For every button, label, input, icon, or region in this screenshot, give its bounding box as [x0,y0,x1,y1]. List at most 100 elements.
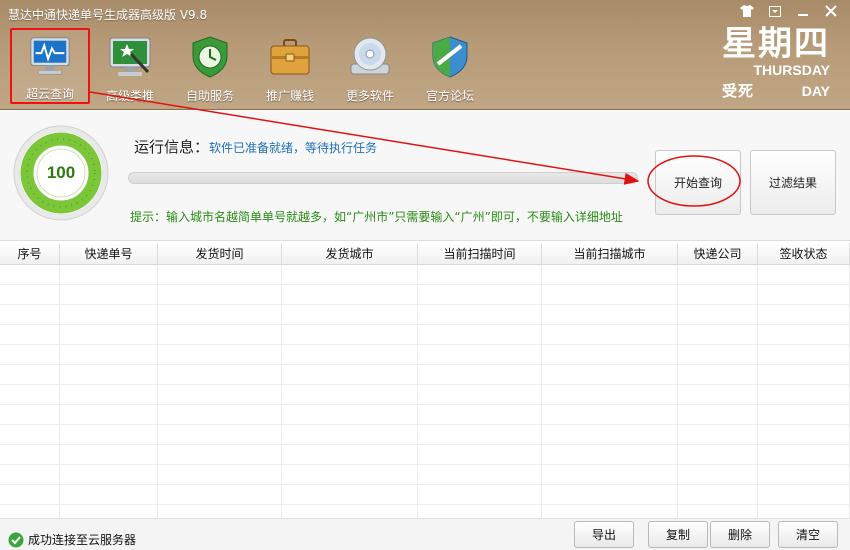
score-gauge: 100 [12,124,110,222]
column-header[interactable]: 当前扫描时间 [418,243,542,265]
delete-button[interactable]: 删除 [710,521,770,548]
table-body[interactable] [0,265,850,518]
toolbar-item-label: 高级类推 [105,89,154,103]
table-cell [282,445,418,465]
table-cell [418,285,542,305]
connection-status: 成功连接至云服务器 [8,531,136,548]
weekday-art: 星期四 THURSDAY 受死 DAY [722,26,830,104]
table-cell [60,325,158,345]
table-cell [418,305,542,325]
monitor-pulse-icon [30,37,70,75]
toolbar-item-label: 推广赚钱 [265,89,314,103]
table-row [0,385,850,405]
status-bar: 成功连接至云服务器 导出 复制 删除 清空 [0,518,850,550]
toolbar-item-self-service[interactable]: 自助服务 [170,28,250,104]
table-cell [678,305,758,325]
table-cell [282,385,418,405]
table-cell [678,465,758,485]
table-cell [678,485,758,505]
toolbar-item-label: 自助服务 [185,89,234,103]
filter-results-button[interactable]: 过滤结果 [750,150,836,215]
main-toolbar: 超云查询 高级类推 自助服务 推广赚钱 更多软件 官方论坛 [10,28,490,104]
table-cell [678,505,758,518]
table-cell [0,365,60,385]
progress-bar [128,172,638,184]
weekday-en: THURSDAY [753,62,831,78]
table-cell [60,445,158,465]
table-cell [758,385,850,405]
tip-text: 提示：输入城市名越简单单号就越多，如“广州市”只需要输入“广州”即可，不要输入详… [130,210,623,224]
column-header[interactable]: 发货城市 [282,243,418,265]
copy-button[interactable]: 复制 [648,521,708,548]
table-cell [0,405,60,425]
table-cell [282,285,418,305]
table-cell [0,465,60,485]
toolbar-item-cloud-query[interactable]: 超云查询 [10,28,90,104]
table-cell [0,265,60,285]
toolbar-item-advanced-inference[interactable]: 高级类推 [90,28,170,104]
table-row [0,305,850,325]
column-header[interactable]: 当前扫描城市 [542,243,678,265]
table-cell [418,445,542,465]
table-cell [158,265,282,285]
menu-icon[interactable] [762,2,788,20]
table-cell [418,485,542,505]
start-query-button[interactable]: 开始查询 [655,150,741,215]
table-cell [282,305,418,325]
table-cell [0,485,60,505]
table-cell [282,425,418,445]
toolbar-item-official-forum[interactable]: 官方论坛 [410,28,490,104]
table-cell [542,465,678,485]
column-header[interactable]: 快递公司 [678,243,758,265]
shield-forum-icon [432,36,468,78]
toolbar-item-more-software[interactable]: 更多软件 [330,28,410,104]
column-header[interactable]: 序号 [0,243,60,265]
table-cell [758,325,850,345]
table-cell [418,385,542,405]
briefcase-icon [270,39,310,75]
run-info-panel: 100 运行信息：软件已准备就绪，等待执行任务 提示：输入城市名越简单单号就越多… [0,111,850,241]
run-info: 运行信息：软件已准备就绪，等待执行任务 [134,136,377,157]
table-cell [60,265,158,285]
table-cell [678,265,758,285]
table-cell [758,345,850,365]
toolbar-item-label: 更多软件 [345,89,394,103]
clear-button[interactable]: 清空 [778,521,838,548]
run-info-message: 软件已准备就绪，等待执行任务 [209,141,378,155]
table-cell [542,365,678,385]
weekday-day: DAY [801,83,830,99]
column-header[interactable]: 签收状态 [758,243,850,265]
disc-icon [350,37,390,75]
table-cell [678,285,758,305]
shield-clock-icon [192,36,228,78]
table-cell [542,285,678,305]
table-cell [678,325,758,345]
table-cell [60,485,158,505]
toolbar-item-promote-earn[interactable]: 推广赚钱 [250,28,330,104]
table-cell [158,385,282,405]
window-controls [734,2,844,20]
column-header[interactable]: 发货时间 [158,243,282,265]
table-cell [60,345,158,365]
run-info-label: 运行信息： [134,138,210,156]
table-cell [418,325,542,345]
close-icon[interactable] [818,2,844,20]
shirt-icon[interactable] [734,2,760,20]
table-cell [0,325,60,345]
table-cell [678,385,758,405]
table-cell [758,425,850,445]
table-cell [158,465,282,485]
table-row [0,365,850,385]
table-cell [542,425,678,445]
table-cell [60,285,158,305]
table-row [0,445,850,465]
table-cell [158,445,282,465]
table-cell [678,405,758,425]
minimize-icon[interactable] [790,2,816,20]
table-cell [60,305,158,325]
table-cell [758,505,850,518]
export-button[interactable]: 导出 [574,521,634,548]
table-cell [282,505,418,518]
table-cell [0,385,60,405]
column-header[interactable]: 快递单号 [60,243,158,265]
